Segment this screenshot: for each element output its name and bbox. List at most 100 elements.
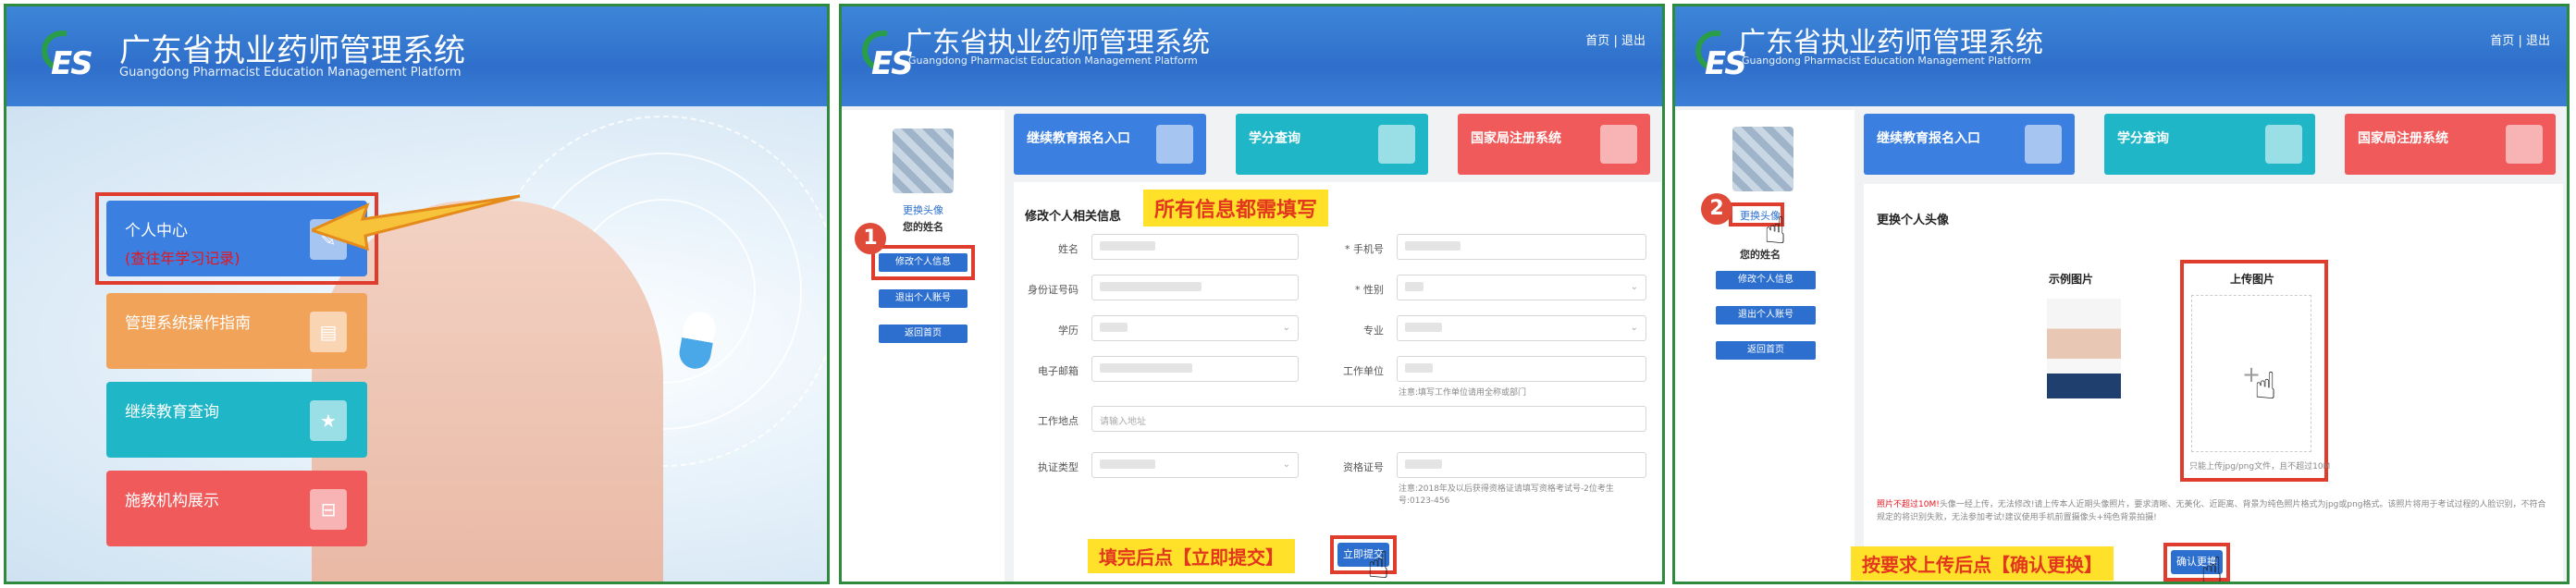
step-number: 1 <box>855 223 886 254</box>
chevron-down-icon: ⌄ <box>1282 459 1290 470</box>
example-photo <box>2047 299 2121 398</box>
chevron-down-icon: ⌄ <box>1630 323 1638 333</box>
header-bar: ES 广东省执业药师管理系统 Guangdong Pharmacist Educ… <box>1675 6 2567 106</box>
major-select[interactable]: ⌄ <box>1397 315 1646 341</box>
back-home-button[interactable]: 返回首页 <box>879 325 968 343</box>
card-national-registry[interactable]: 国家局注册系统 <box>2345 114 2556 175</box>
operation-guide-label: 管理系统操作指南 <box>125 314 251 333</box>
upload-note-warning: 照片不超过10M! <box>1877 500 1940 509</box>
logout-link[interactable]: 退出 <box>1621 34 1645 48</box>
change-avatar-link[interactable]: 更换头像 <box>903 202 943 217</box>
avatar-form: 更换个人头像 示例图片 上传图片 + ☝ 只能上传jpg/png文件，且不超过1… <box>1851 184 2563 584</box>
callout-submit: 填完后点【立即提交】 <box>1088 539 1295 573</box>
phone-input[interactable] <box>1397 234 1646 260</box>
logout-account-button[interactable]: 退出个人账号 <box>1716 306 1816 325</box>
es-logo: ES <box>33 22 119 82</box>
header-bar: ES 广东省执业药师管理系统 Guangdong Pharmacist Educ… <box>6 6 827 106</box>
card-credit-query[interactable]: 学分查询 <box>2104 114 2315 175</box>
chevron-down-icon: ⌄ <box>1630 282 1638 292</box>
system-subtitle: Guangdong Pharmacist Education Managemen… <box>1742 55 2031 67</box>
highlight-box <box>871 245 975 280</box>
edit-info-button[interactable]: 修改个人信息 <box>1716 271 1816 289</box>
back-home-button[interactable]: 返回首页 <box>1716 341 1816 360</box>
logout-account-button[interactable]: 退出个人账号 <box>879 289 968 308</box>
card-credit-query[interactable]: 学分查询 <box>1236 114 1428 175</box>
label-major: 专业 <box>1363 325 1384 337</box>
sidebar: 更换头像 您的姓名 修改个人信息 1 退出个人账号 返回首页 <box>842 110 1005 582</box>
institution-display-button[interactable]: 施教机构展示 ⊟ <box>106 471 367 546</box>
edit-icon <box>1156 125 1193 164</box>
cert-no-input[interactable] <box>1397 452 1646 478</box>
book-icon: ▤ <box>310 312 347 352</box>
card-credit-label: 学分查询 <box>2117 131 2169 146</box>
id-input[interactable] <box>1091 275 1299 300</box>
label-edu: 学历 <box>1058 325 1078 337</box>
operation-guide-button[interactable]: 管理系统操作指南 ▤ <box>106 293 367 369</box>
header-links: 首页 | 退出 <box>1585 31 1645 48</box>
education-query-label: 继续教育查询 <box>125 403 219 422</box>
upload-note-text: 头像一经上传，无法修改!请上传本人近期头像照片，要求清晰、无美化、近距离、背景为… <box>1877 500 2546 522</box>
card-national-registry[interactable]: 国家局注册系统 <box>1458 114 1650 175</box>
star-icon <box>2265 125 2302 164</box>
label-email: 电子邮箱 <box>1038 365 1078 377</box>
header-bar: ES 广东省执业药师管理系统 Guangdong Pharmacist Educ… <box>842 6 1662 106</box>
logout-link[interactable]: 退出 <box>2526 34 2550 48</box>
link-separator: | <box>2518 34 2522 48</box>
example-label: 示例图片 <box>2049 273 2094 286</box>
pointer-hand-icon: ☝ <box>2254 365 2277 408</box>
edu-select[interactable]: ⌄ <box>1091 315 1299 341</box>
card-enroll-label: 继续教育报名入口 <box>1027 131 1130 146</box>
label-cert-no: 资格证号 <box>1343 461 1384 473</box>
pointer-hand-icon: ☝ <box>1367 545 1390 584</box>
system-subtitle: Guangdong Pharmacist Education Managemen… <box>119 66 462 80</box>
section-title: 修改个人相关信息 <box>1025 210 1122 224</box>
card-enroll[interactable]: 继续教育报名入口 <box>1014 114 1206 175</box>
sidebar: 更换头像 2 ☝ 您的姓名 修改个人信息 退出个人账号 返回首页 <box>1675 110 1855 582</box>
header-links: 首页 | 退出 <box>2490 31 2550 48</box>
chevron-down-icon: ⌄ <box>1282 323 1290 333</box>
user-name: 您的姓名 <box>1740 249 1781 261</box>
star-icon <box>1378 125 1415 164</box>
label-name: 姓名 <box>1058 243 1078 255</box>
upload-note: 照片不超过10M!头像一经上传，无法修改!请上传本人近期头像照片，要求清晰、无美… <box>1877 498 2552 524</box>
panel-portal-home: ES 广东省执业药师管理系统 Guangdong Pharmacist Educ… <box>4 4 830 584</box>
addr-input[interactable]: 请输入地址 <box>1091 406 1646 432</box>
system-title: 广东省执业药师管理系统 <box>119 32 465 69</box>
card-registry-label: 国家局注册系统 <box>1471 131 1561 146</box>
avatar <box>893 129 954 193</box>
card-credit-label: 学分查询 <box>1249 131 1300 146</box>
org-icon: ⊟ <box>310 489 347 530</box>
label-gender: * 性别 <box>1355 284 1384 296</box>
work-input[interactable] <box>1397 356 1646 382</box>
work-tip: 注意:填写工作单位请用全称或部门 <box>1399 388 1527 398</box>
callout-all-required: 所有信息都需填写 <box>1143 190 1329 227</box>
home-link[interactable]: 首页 <box>1585 34 1609 48</box>
section-title: 更换个人头像 <box>1877 214 1950 227</box>
avatar <box>1732 127 1793 191</box>
home-link[interactable]: 首页 <box>2490 34 2514 48</box>
link-separator: | <box>1613 34 1618 48</box>
label-work: 工作单位 <box>1343 365 1384 377</box>
edit-form: 修改个人相关信息 所有信息都需填写 姓名 * 手机号 身份证号码 * 性别 ⌄ … <box>1014 182 1661 584</box>
card-registry-label: 国家局注册系统 <box>2358 131 2448 146</box>
card-enroll[interactable]: 继续教育报名入口 <box>1864 114 2075 175</box>
system-subtitle: Guangdong Pharmacist Education Managemen… <box>908 55 1198 67</box>
email-input[interactable] <box>1091 356 1299 382</box>
arrow-callout <box>312 194 521 251</box>
cert-tip: 注意:2018年及以后获得资格证请填写资格考试号-2位考生号:0123-456 <box>1399 484 1614 506</box>
panel-edit-info: ES 广东省执业药师管理系统 Guangdong Pharmacist Educ… <box>839 4 1665 584</box>
star-icon: ★ <box>310 400 347 441</box>
panel-change-avatar: ES 广东省执业药师管理系统 Guangdong Pharmacist Educ… <box>1672 4 2570 584</box>
name-input[interactable] <box>1091 234 1299 260</box>
label-id: 身份证号码 <box>1028 284 1078 296</box>
label-addr: 工作地点 <box>1038 415 1078 427</box>
education-query-button[interactable]: 继续教育查询 ★ <box>106 382 367 458</box>
pointer-hand-icon: ☝ <box>2200 550 2224 584</box>
card-enroll-label: 继续教育报名入口 <box>1877 131 1980 146</box>
addr-placeholder: 请输入地址 <box>1100 417 1146 427</box>
gender-select[interactable]: ⌄ <box>1397 275 1646 300</box>
label-cert-type: 执证类型 <box>1038 461 1078 473</box>
cert-type-select[interactable]: ⌄ <box>1091 452 1299 478</box>
institution-display-label: 施教机构展示 <box>125 492 219 510</box>
step-number: 2 <box>1701 193 1732 225</box>
